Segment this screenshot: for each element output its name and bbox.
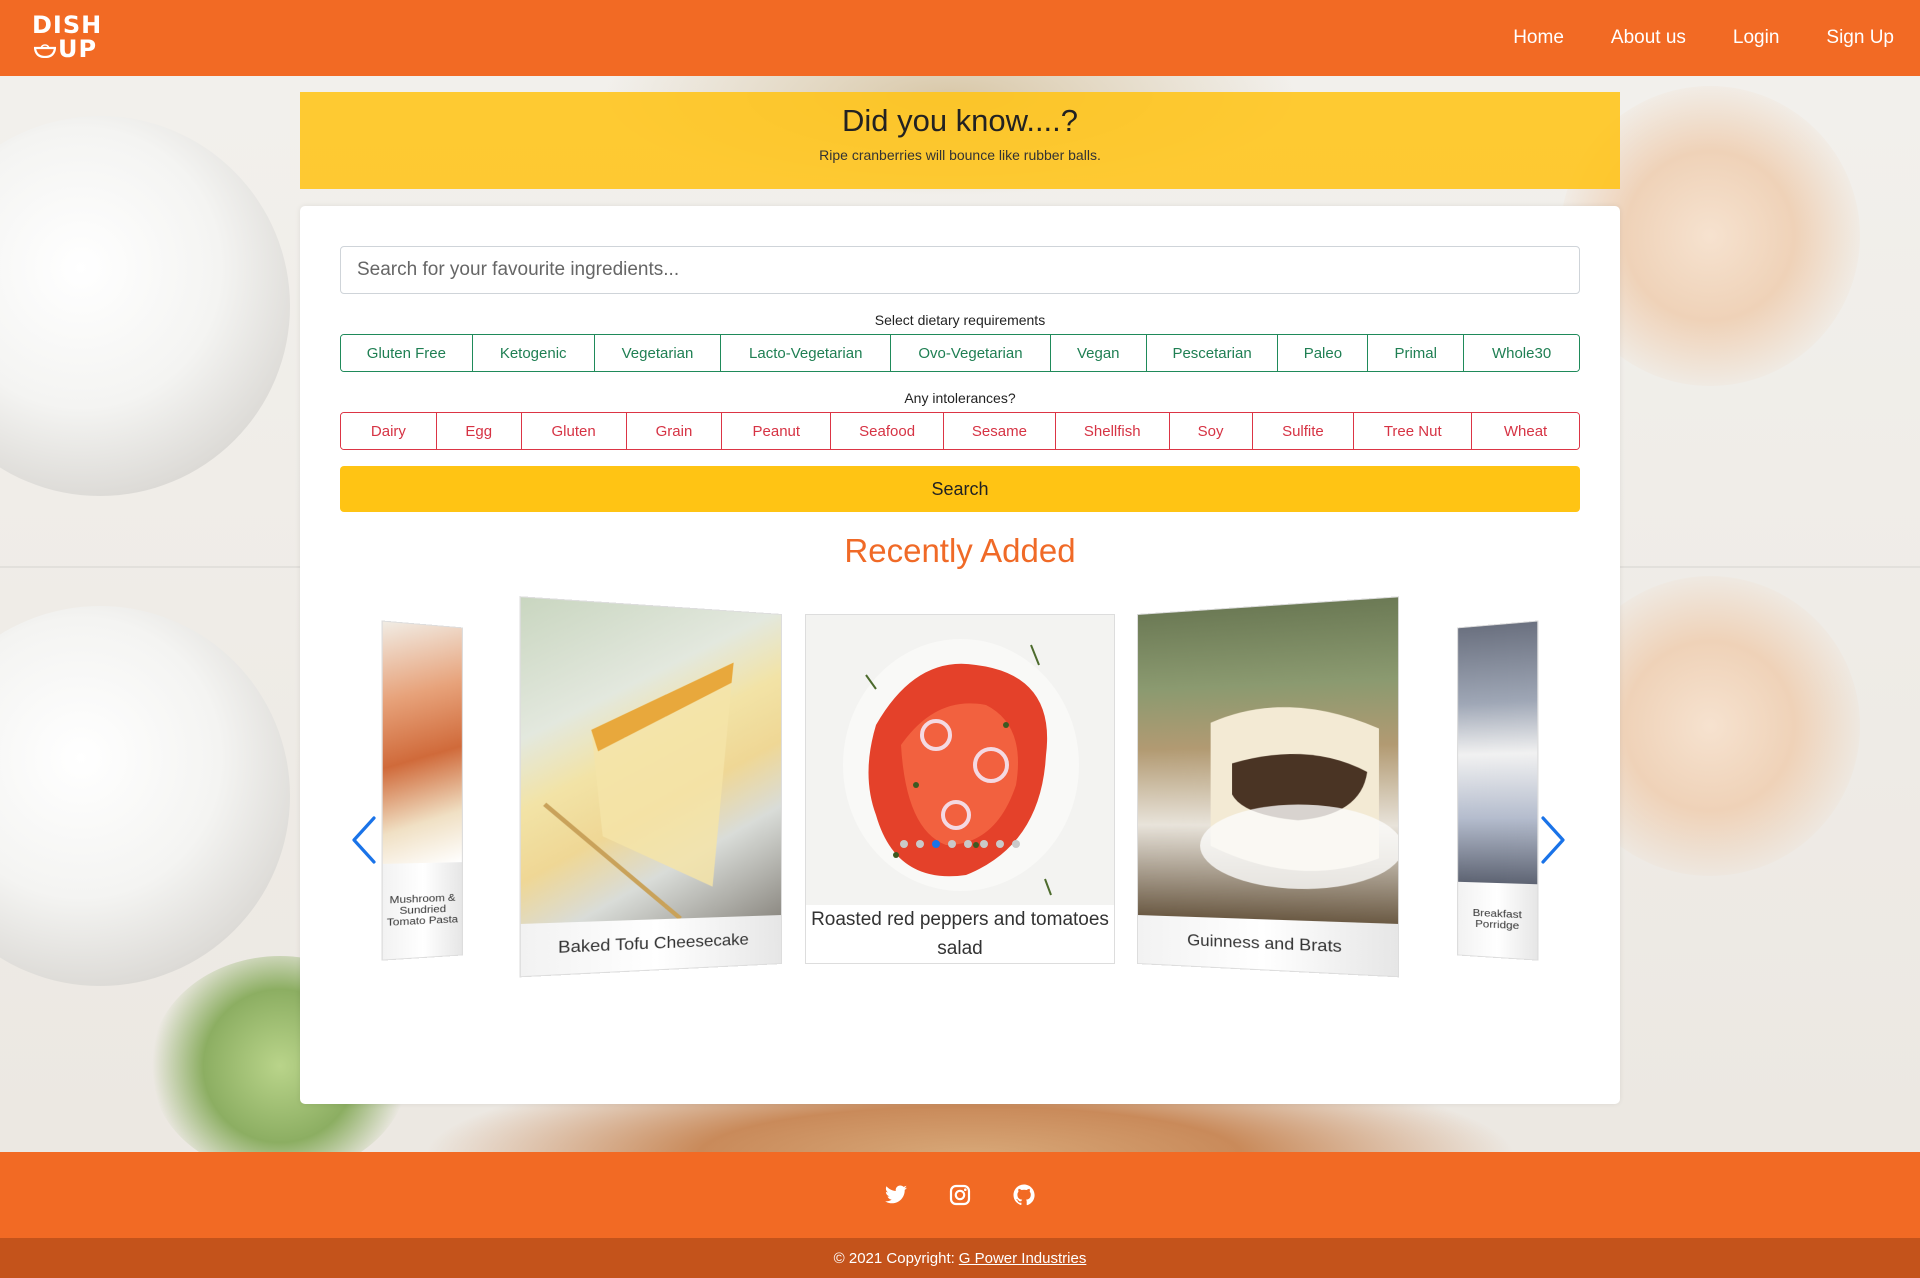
- diet-option-ketogenic[interactable]: Ketogenic: [472, 335, 595, 371]
- nav-sign-up[interactable]: Sign Up: [1826, 27, 1894, 49]
- recipe-title: Guinness and Brats: [1138, 915, 1399, 977]
- diet-option-paleo[interactable]: Paleo: [1278, 335, 1369, 371]
- carousel-dot[interactable]: [964, 840, 972, 848]
- top-navbar: DISH UP Home About us Login Sign Up: [0, 0, 1920, 76]
- nav-home[interactable]: Home: [1513, 27, 1564, 49]
- search-card: Select dietary requirements Gluten Free …: [300, 206, 1620, 1104]
- logo-text-dish: DISH: [32, 11, 103, 39]
- recipe-title: Baked Tofu Cheesecake: [520, 915, 781, 977]
- carousel-dot[interactable]: [1012, 840, 1020, 848]
- intolerance-option-grain[interactable]: Grain: [626, 413, 723, 449]
- twitter-icon[interactable]: [884, 1183, 908, 1207]
- nav-login[interactable]: Login: [1733, 27, 1780, 49]
- diet-option-pescetarian[interactable]: Pescetarian: [1146, 335, 1279, 371]
- diet-option-primal[interactable]: Primal: [1368, 335, 1465, 371]
- nav-links: Home About us Login Sign Up: [1466, 27, 1894, 49]
- diet-option-whole30[interactable]: Whole30: [1464, 335, 1579, 371]
- diet-option-lacto-vegetarian[interactable]: Lacto-Vegetarian: [721, 335, 892, 371]
- pepper-salad-illustration: [843, 639, 1079, 896]
- nav-about-us[interactable]: About us: [1611, 27, 1686, 49]
- search-button[interactable]: Search: [340, 466, 1580, 512]
- instagram-icon[interactable]: [948, 1183, 972, 1207]
- github-icon[interactable]: [1012, 1183, 1036, 1207]
- carousel-dot[interactable]: [980, 840, 988, 848]
- intolerance-option-egg[interactable]: Egg: [436, 413, 522, 449]
- carousel-dot[interactable]: [948, 840, 956, 848]
- recipe-title: Roasted red peppers and tomatoes salad: [806, 905, 1114, 963]
- diet-options: Gluten Free Ketogenic Vegetarian Lacto-V…: [340, 334, 1580, 372]
- intolerance-option-shellfish[interactable]: Shellfish: [1055, 413, 1170, 449]
- dish-up-logo[interactable]: DISH UP: [32, 13, 101, 63]
- recently-added-heading: Recently Added: [844, 532, 1076, 569]
- intolerance-options: Dairy Egg Gluten Grain Peanut Seafood Se…: [340, 412, 1580, 450]
- fact-title: Did you know....?: [841, 103, 1079, 138]
- intolerance-option-sulfite[interactable]: Sulfite: [1252, 413, 1355, 449]
- carousel-dot[interactable]: [932, 840, 940, 848]
- recipe-card[interactable]: Breakfast Porridge: [1457, 620, 1539, 961]
- intolerance-option-soy[interactable]: Soy: [1169, 413, 1253, 449]
- recipe-card[interactable]: Baked Tofu Cheesecake: [519, 596, 782, 978]
- carousel-dot[interactable]: [916, 840, 924, 848]
- did-you-know-banner: Did you know....? Ripe cranberries will …: [300, 92, 1620, 189]
- footer-social-bar: [0, 1152, 1920, 1238]
- intolerance-option-dairy[interactable]: Dairy: [341, 413, 437, 449]
- carousel-dot[interactable]: [900, 840, 908, 848]
- logo-text-up: UP: [58, 35, 98, 63]
- recipe-card[interactable]: Mushroom & Sundried Tomato Pasta: [381, 620, 463, 961]
- intolerance-option-tree-nut[interactable]: Tree Nut: [1354, 413, 1473, 449]
- copyright-bar: © 2021 Copyright: G Power Industries: [0, 1238, 1920, 1278]
- recipe-card[interactable]: Roasted red peppers and tomatoes salad: [805, 614, 1115, 964]
- copyright-link[interactable]: G Power Industries: [959, 1250, 1087, 1267]
- diet-label: Select dietary requirements: [874, 312, 1046, 328]
- cheesecake-illustration: [521, 655, 734, 924]
- bowl-icon: [34, 44, 56, 58]
- intolerance-option-peanut[interactable]: Peanut: [722, 413, 832, 449]
- diet-option-gluten-free[interactable]: Gluten Free: [341, 335, 473, 371]
- intolerance-option-sesame[interactable]: Sesame: [944, 413, 1056, 449]
- recipe-card[interactable]: Guinness and Brats: [1137, 596, 1400, 978]
- recipe-title: Breakfast Porridge: [1458, 881, 1538, 960]
- diet-option-ovo-vegetarian[interactable]: Ovo-Vegetarian: [891, 335, 1051, 371]
- ingredient-search-input[interactable]: [340, 246, 1580, 294]
- recipe-image: [1138, 597, 1399, 924]
- recipe-image: [520, 597, 781, 924]
- diet-option-vegan[interactable]: Vegan: [1050, 335, 1147, 371]
- carousel-dot[interactable]: [996, 840, 1004, 848]
- intolerances-label: Any intolerances?: [904, 390, 1016, 406]
- intolerance-option-gluten[interactable]: Gluten: [521, 413, 627, 449]
- recipe-image: [382, 621, 462, 864]
- fact-text: Ripe cranberries will bounce like rubber…: [819, 147, 1101, 163]
- copyright-text: © 2021 Copyright:: [833, 1249, 955, 1267]
- recipe-carousel: Mushroom & Sundried Tomato Pasta Baked T…: [340, 596, 1580, 1014]
- intolerance-option-wheat[interactable]: Wheat: [1472, 413, 1579, 449]
- diet-option-vegetarian[interactable]: Vegetarian: [594, 335, 722, 371]
- carousel-pagination: [300, 840, 1620, 848]
- bratwurst-illustration: [1200, 703, 1399, 892]
- intolerance-option-seafood[interactable]: Seafood: [831, 413, 945, 449]
- recipe-title: Mushroom & Sundried Tomato Pasta: [382, 862, 462, 960]
- recipe-image: [806, 615, 1114, 905]
